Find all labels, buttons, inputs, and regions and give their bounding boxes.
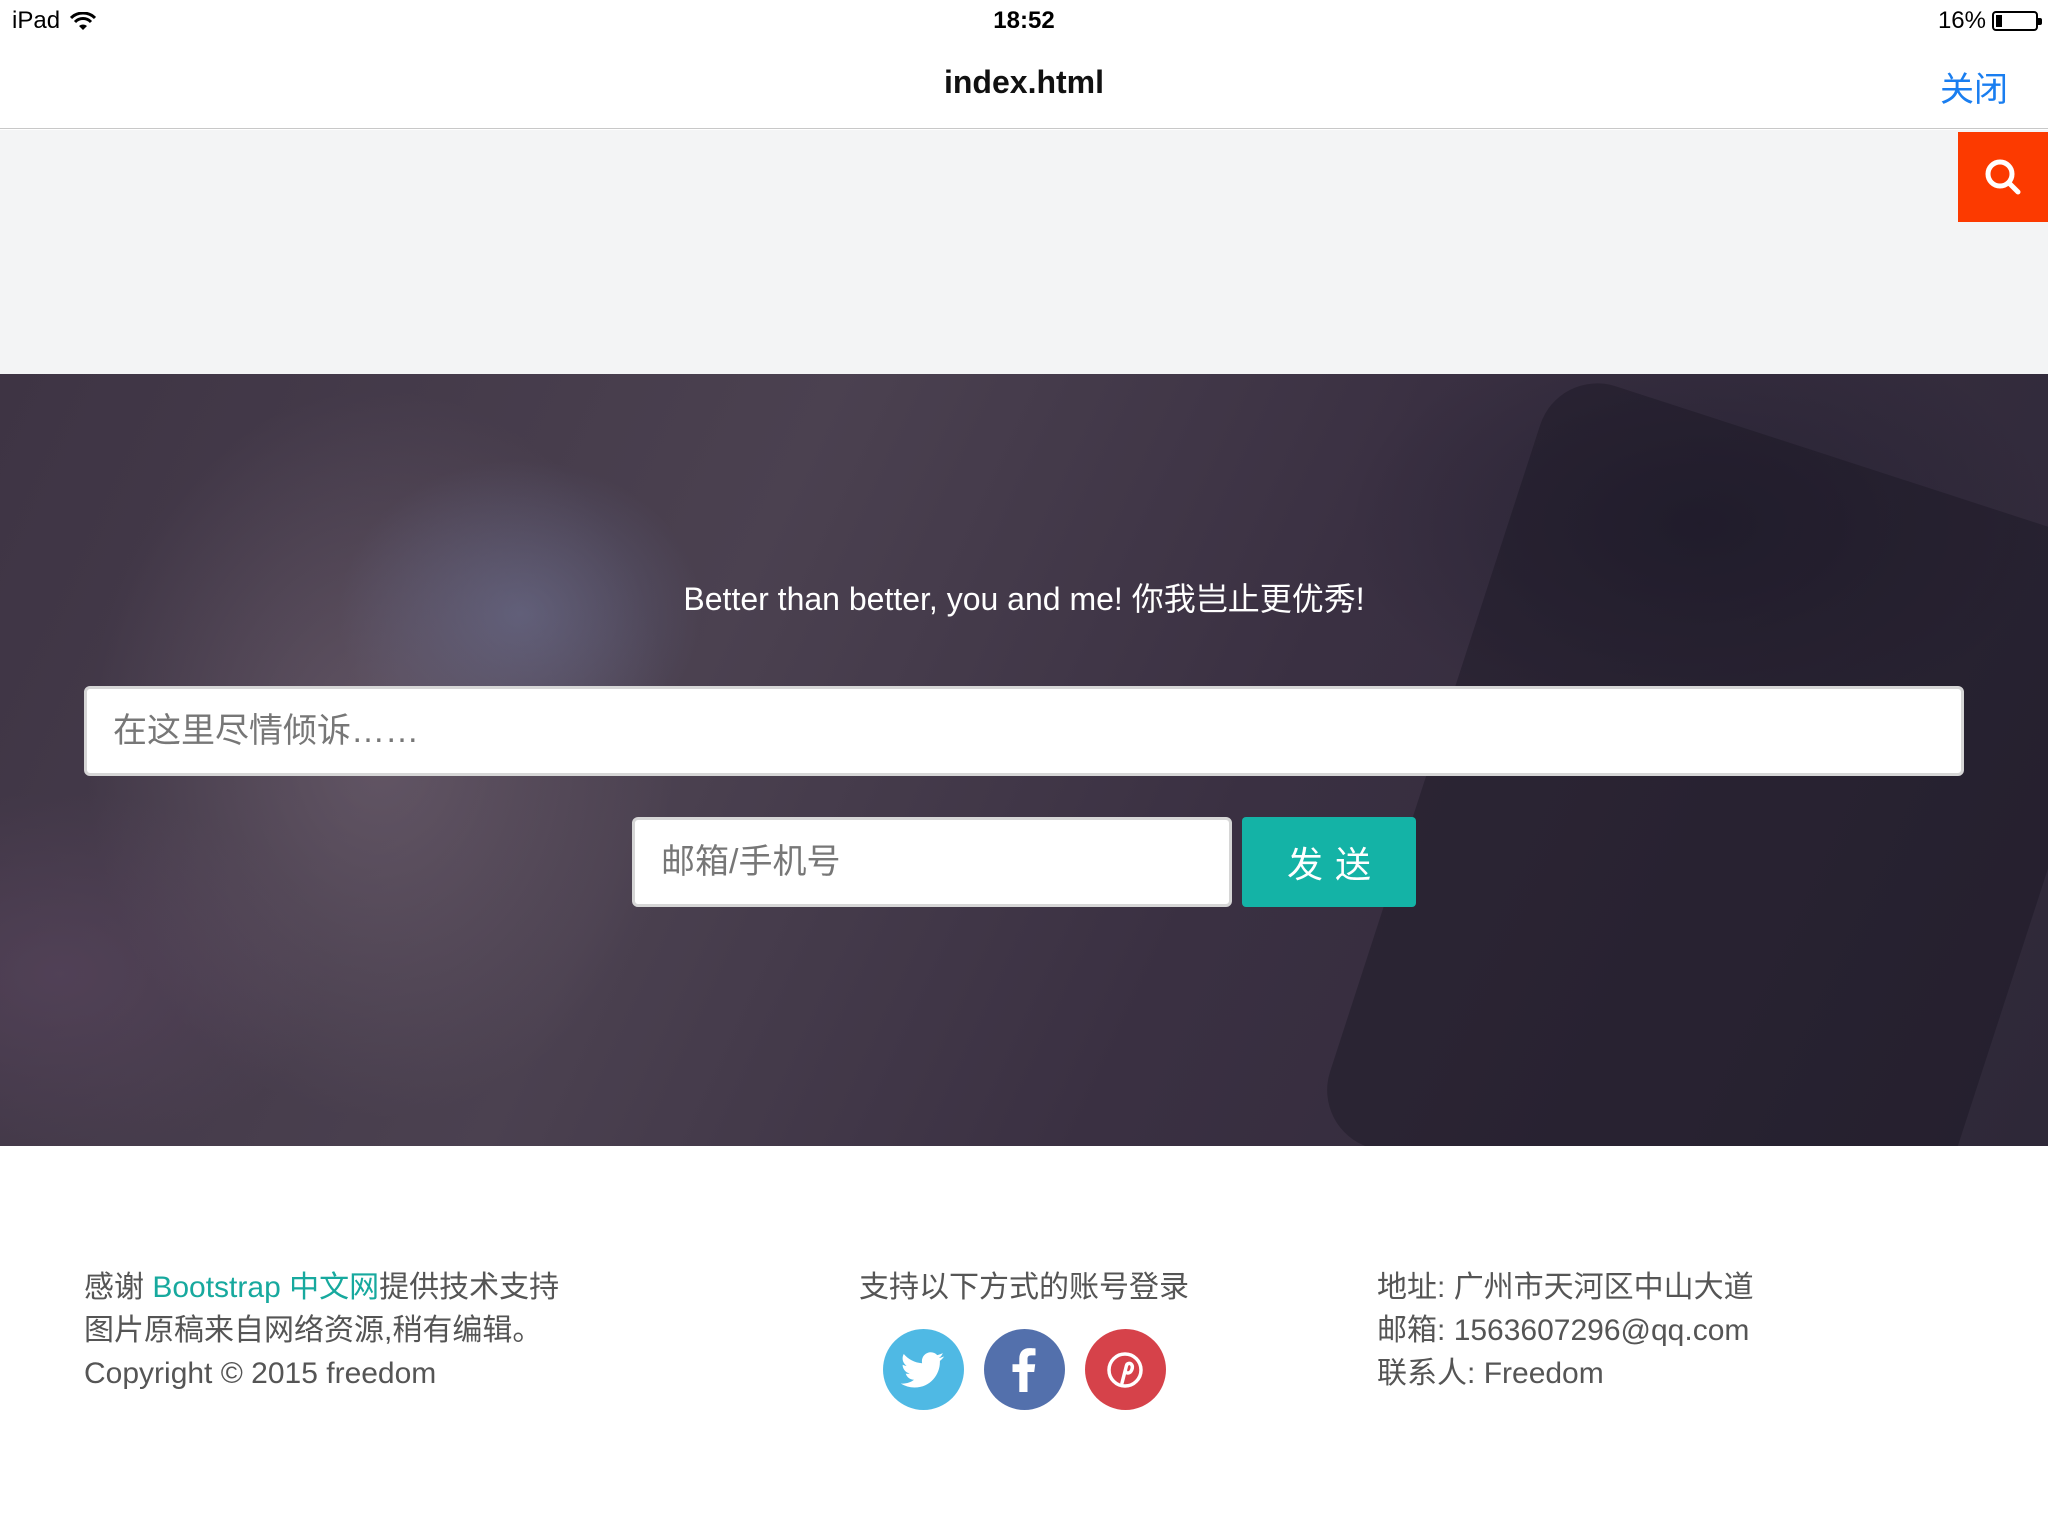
search-button[interactable] <box>1958 132 2048 222</box>
twitter-button[interactable] <box>882 1329 964 1410</box>
email-line: 邮箱: 1563607296@qq.com <box>1377 1309 1754 1352</box>
footer-credits: 感谢 Bootstrap 中文网提供技术支持 图片原稿来自网络资源,稍有编辑。 … <box>84 1266 559 1395</box>
facebook-icon <box>1012 1347 1036 1392</box>
thanks-line: 感谢 Bootstrap 中文网提供技术支持 <box>84 1266 559 1309</box>
thanks-suffix: 提供技术支持 <box>379 1271 560 1304</box>
contact-label: 联系人: <box>1377 1357 1476 1390</box>
bootstrap-link[interactable]: Bootstrap 中文网 <box>152 1271 379 1304</box>
battery-percent: 16% <box>1937 7 1986 34</box>
footer-social-login: 支持以下方式的账号登录 <box>760 1266 1288 1410</box>
status-time: 18:52 <box>993 7 1055 34</box>
battery-fill <box>1996 15 2003 27</box>
login-title: 支持以下方式的账号登录 <box>859 1271 1189 1304</box>
battery-icon <box>1992 11 2042 31</box>
pinterest-button[interactable] <box>1084 1329 1166 1410</box>
image-note: 图片原稿来自网络资源,稍有编辑。 <box>84 1314 543 1347</box>
footer: 感谢 Bootstrap 中文网提供技术支持 图片原稿来自网络资源,稍有编辑。 … <box>0 1146 2048 1536</box>
search-icon <box>1985 159 2021 195</box>
hero-banner: Better than better, you and me! 你我岂止更优秀!… <box>0 374 2048 1146</box>
address-value: 广州市天河区中山大道 <box>1453 1271 1754 1304</box>
status-bar: iPad 18:52 16% <box>0 0 2048 40</box>
hero-slogan: Better than better, you and me! 你我岂止更优秀! <box>683 581 1365 617</box>
facebook-button[interactable] <box>983 1329 1065 1410</box>
email-label: 邮箱: <box>1377 1314 1446 1347</box>
contact-input[interactable] <box>632 817 1232 907</box>
contact-line: 联系人: Freedom <box>1377 1352 1754 1395</box>
close-button[interactable]: 关闭 <box>1940 62 2008 111</box>
contact-value: Freedom <box>1483 1357 1604 1390</box>
send-button[interactable]: 发送 <box>1242 817 1416 907</box>
social-buttons <box>760 1329 1288 1410</box>
message-input[interactable] <box>84 686 1964 776</box>
thanks-prefix: 感谢 <box>84 1271 153 1304</box>
header-area <box>0 130 2048 374</box>
browser-nav-bar: index.html 关闭 <box>0 40 2048 129</box>
address-line: 地址: 广州市天河区中山大道 <box>1377 1266 1754 1309</box>
page-title: index.html <box>943 64 1104 100</box>
copyright: Copyright © 2015 freedom <box>84 1357 437 1390</box>
footer-contact: 地址: 广州市天河区中山大道 邮箱: 1563607296@qq.com 联系人… <box>1377 1266 1754 1395</box>
status-right: 16% <box>1937 7 2042 35</box>
pinterest-icon <box>1107 1351 1143 1388</box>
email-value: 1563607296@qq.com <box>1453 1314 1750 1347</box>
address-label: 地址: <box>1377 1271 1446 1304</box>
twitter-icon <box>901 1351 945 1387</box>
